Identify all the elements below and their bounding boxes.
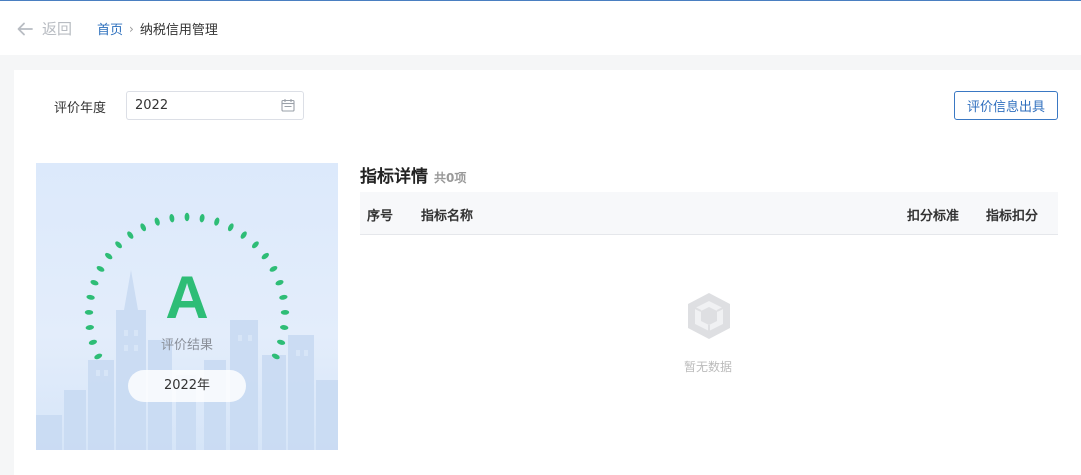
- breadcrumb-separator: ›: [129, 21, 134, 36]
- breadcrumb-current: 纳税信用管理: [139, 23, 218, 38]
- gauge-dot: [271, 353, 280, 360]
- back-button[interactable]: 返回: [17, 18, 72, 39]
- gauge-dot: [214, 217, 220, 226]
- year-badge: 2022年: [128, 370, 246, 402]
- credit-grade: A: [165, 264, 209, 331]
- export-evaluation-button[interactable]: 评价信息出具: [954, 91, 1058, 120]
- details-title: 指标详情: [360, 167, 428, 187]
- gauge-dot: [240, 231, 247, 239]
- page-header: 返回 首页 › 纳税信用管理: [0, 1, 1081, 55]
- gauge-dot: [140, 223, 147, 232]
- details-count: 共0项: [434, 171, 467, 185]
- gauge-dot: [252, 241, 259, 249]
- gauge-dot: [127, 231, 134, 239]
- grade-caption: 评价结果: [160, 338, 213, 353]
- empty-text: 暂无数据: [684, 360, 733, 374]
- column-header-indicator-name: 指标名称: [421, 209, 474, 224]
- table-header: 序号 指标名称 扣分标准 指标扣分: [360, 192, 1058, 235]
- back-label: 返回: [42, 20, 73, 38]
- column-header-deduction-points: 指标扣分: [986, 209, 1039, 224]
- gauge-dot: [199, 214, 205, 223]
- column-header-deduction-standard: 扣分标准: [907, 209, 960, 224]
- details-heading: 指标详情 共0项: [360, 162, 466, 187]
- gauge-dot: [154, 217, 160, 226]
- gauge-dot: [184, 212, 190, 222]
- breadcrumb: 首页 › 纳税信用管理: [97, 19, 218, 39]
- gauge-dot: [94, 353, 103, 360]
- main-card: 评价年度 评价信息出具: [14, 70, 1081, 475]
- column-header-index: 序号: [367, 209, 394, 224]
- gauge-dot: [115, 241, 122, 249]
- gauge-dot: [105, 252, 113, 260]
- gauge-dot: [261, 252, 269, 260]
- year-label: 评价年度: [54, 101, 107, 116]
- year-picker-input[interactable]: [126, 91, 304, 120]
- gauge-dot: [169, 214, 175, 223]
- breadcrumb-home[interactable]: 首页: [97, 19, 123, 38]
- empty-box-icon: [686, 291, 732, 345]
- calendar-icon[interactable]: [281, 98, 295, 116]
- gauge-dot: [227, 223, 234, 232]
- result-panel: A 评价结果 2022年: [36, 163, 338, 450]
- arrow-left-icon: [17, 22, 33, 36]
